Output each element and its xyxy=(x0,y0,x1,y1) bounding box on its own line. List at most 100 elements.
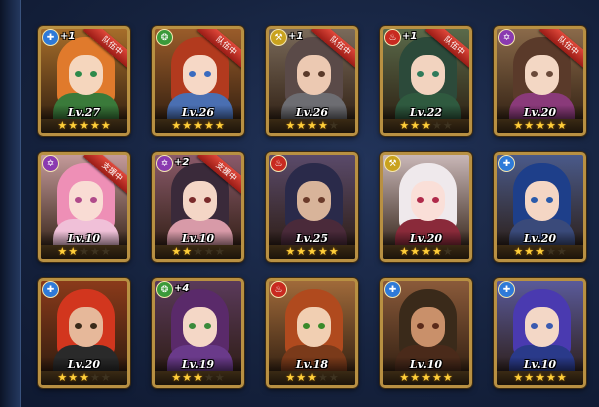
star-icon: ★ xyxy=(193,371,203,384)
star-icon: ★ xyxy=(556,245,567,258)
hero-level: Lv.20 xyxy=(523,232,557,245)
hero-card[interactable]: ♨ +1 队伍中 Lv.22 ★ ★ ★ ★ ★ xyxy=(380,26,472,136)
hero-eye xyxy=(189,71,196,77)
star-icon: ★ xyxy=(535,371,545,384)
hero-face xyxy=(525,307,559,347)
hero-card[interactable]: ✡ 队伍中 Lv.20 ★ ★ ★ ★ ★ xyxy=(494,26,586,136)
hero-eye xyxy=(303,71,310,77)
star-rating: ★ ★ ★ ★ ★ xyxy=(497,119,583,133)
element-purple-icon: ✡ xyxy=(498,29,515,46)
hero-face xyxy=(183,181,217,221)
star-icon: ★ xyxy=(513,245,524,258)
enhance-level: +4 xyxy=(174,283,190,294)
element-red-icon: ♨ xyxy=(270,281,287,298)
star-rating: ★ ★ ★ ★ ★ xyxy=(497,245,583,259)
hero-level: Lv.20 xyxy=(409,232,443,245)
hero-level: Lv.10 xyxy=(409,358,443,371)
hero-card[interactable]: ✡ +2 支援中 Lv.10 ★ ★ ★ ★ ★ xyxy=(152,152,244,262)
star-rating: ★ ★ ★ ★ ★ xyxy=(269,119,355,133)
star-icon: ★ xyxy=(556,371,567,384)
element-blue-icon: ✚ xyxy=(498,155,515,172)
star-icon: ★ xyxy=(328,371,339,384)
star-icon: ★ xyxy=(214,119,225,132)
hero-card[interactable]: ❂ +4 Lv.19 ★ ★ ★ ★ ★ xyxy=(152,278,244,388)
hero-card[interactable]: ❂ 队伍中 Lv.26 ★ ★ ★ ★ ★ xyxy=(152,26,244,136)
hero-eye xyxy=(189,197,196,203)
hero-eye xyxy=(432,197,439,203)
star-rating: ★ ★ ★ ★ ★ xyxy=(269,371,355,385)
hero-level: Lv.18 xyxy=(295,358,329,371)
hero-eye xyxy=(204,71,211,77)
star-icon: ★ xyxy=(68,371,79,384)
hero-face xyxy=(69,55,103,95)
hero-card[interactable]: ♨ Lv.18 ★ ★ ★ ★ ★ xyxy=(266,278,358,388)
star-icon: ★ xyxy=(89,119,100,132)
hero-eye xyxy=(90,197,97,203)
element-blue-icon: ✚ xyxy=(42,29,59,46)
star-icon: ★ xyxy=(203,371,214,384)
star-icon: ★ xyxy=(431,245,442,258)
star-icon: ★ xyxy=(307,245,317,258)
star-icon: ★ xyxy=(399,371,410,384)
star-icon: ★ xyxy=(410,245,421,258)
hero-eye xyxy=(75,71,82,77)
hero-level: Lv.22 xyxy=(409,106,443,119)
hero-eye xyxy=(90,323,97,329)
star-icon: ★ xyxy=(317,371,328,384)
hero-eye xyxy=(546,323,553,329)
hero-level: Lv.10 xyxy=(181,232,215,245)
hero-card[interactable]: ✚ Lv.20 ★ ★ ★ ★ ★ xyxy=(494,152,586,262)
hero-face xyxy=(525,181,559,221)
star-icon: ★ xyxy=(545,119,556,132)
star-icon: ★ xyxy=(513,371,524,384)
star-icon: ★ xyxy=(421,245,431,258)
hero-card[interactable]: ✡ 支援中 Lv.10 ★ ★ ★ ★ ★ xyxy=(38,152,130,262)
star-icon: ★ xyxy=(545,245,556,258)
star-icon: ★ xyxy=(214,245,225,258)
hero-card[interactable]: ⚒ Lv.20 ★ ★ ★ ★ ★ xyxy=(380,152,472,262)
star-icon: ★ xyxy=(328,119,339,132)
star-icon: ★ xyxy=(296,245,307,258)
hero-face xyxy=(297,55,331,95)
hero-eye xyxy=(189,323,196,329)
star-icon: ★ xyxy=(100,245,111,258)
star-rating: ★ ★ ★ ★ ★ xyxy=(155,119,241,133)
star-icon: ★ xyxy=(307,371,317,384)
hero-card[interactable]: ✚ +1 队伍中 Lv.27 ★ ★ ★ ★ ★ xyxy=(38,26,130,136)
star-icon: ★ xyxy=(182,371,193,384)
hero-card[interactable]: ✚ Lv.10 ★ ★ ★ ★ ★ xyxy=(380,278,472,388)
hero-level: Lv.25 xyxy=(295,232,329,245)
hero-card[interactable]: ♨ Lv.25 ★ ★ ★ ★ ★ xyxy=(266,152,358,262)
hero-face xyxy=(183,55,217,95)
enhance-level: +1 xyxy=(60,31,76,42)
hero-eye xyxy=(90,71,97,77)
hero-card[interactable]: ⚒ +1 队伍中 Lv.26 ★ ★ ★ ★ ★ xyxy=(266,26,358,136)
element-yellow-icon: ⚒ xyxy=(270,29,287,46)
star-icon: ★ xyxy=(171,119,182,132)
hero-face xyxy=(69,307,103,347)
hero-card[interactable]: ✚ Lv.10 ★ ★ ★ ★ ★ xyxy=(494,278,586,388)
hero-face xyxy=(411,55,445,95)
hero-eye xyxy=(204,197,211,203)
hero-eye xyxy=(75,197,82,203)
star-icon: ★ xyxy=(79,371,89,384)
hero-card[interactable]: ✚ Lv.20 ★ ★ ★ ★ ★ xyxy=(38,278,130,388)
hero-eye xyxy=(204,323,211,329)
element-purple-icon: ✡ xyxy=(42,155,59,172)
hero-eye xyxy=(318,323,325,329)
hero-eye xyxy=(417,71,424,77)
hero-level: Lv.20 xyxy=(523,106,557,119)
element-green-icon: ❂ xyxy=(156,29,173,46)
star-icon: ★ xyxy=(442,119,453,132)
star-rating: ★ ★ ★ ★ ★ xyxy=(383,371,469,385)
hero-face xyxy=(297,307,331,347)
star-icon: ★ xyxy=(203,245,214,258)
hero-face xyxy=(183,307,217,347)
hero-eye xyxy=(531,197,538,203)
star-icon: ★ xyxy=(421,371,431,384)
star-icon: ★ xyxy=(203,119,214,132)
star-icon: ★ xyxy=(89,371,100,384)
star-icon: ★ xyxy=(182,119,193,132)
hero-level: Lv.26 xyxy=(295,106,329,119)
star-icon: ★ xyxy=(285,371,296,384)
